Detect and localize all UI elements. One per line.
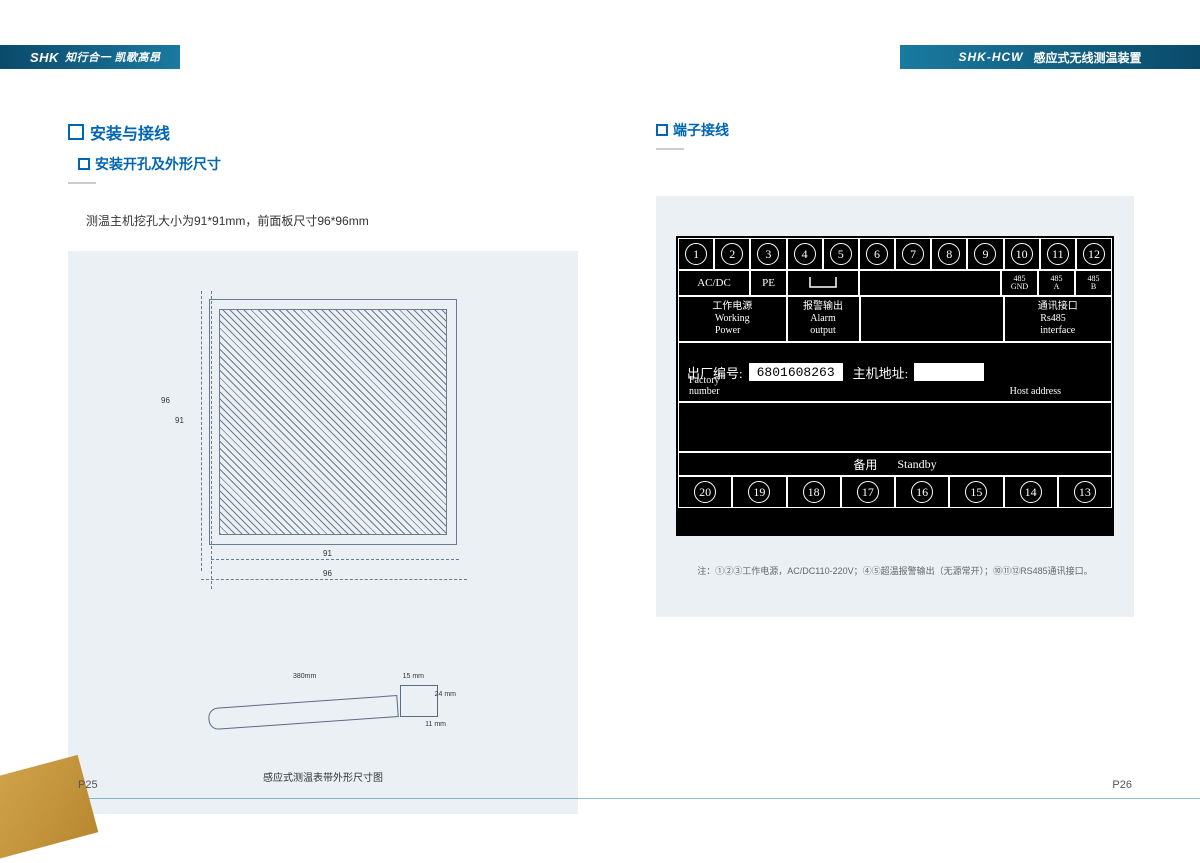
standby-en: Standby (897, 457, 936, 472)
terminal-pin-16: 16 (895, 476, 949, 508)
terminal-pin-2: 2 (714, 238, 750, 270)
terminal-pin-10: 10 (1004, 238, 1040, 270)
cell-acdc: AC/DC (678, 270, 750, 296)
footer-line (0, 798, 1200, 799)
addr-label: 主机地址: (853, 363, 909, 382)
sn-value: 6801608263 (749, 363, 843, 381)
brand-name: SHK (30, 50, 59, 65)
standby-row: 备用 Standby (678, 452, 1112, 476)
product-name: 感应式无线测温装置 (1033, 49, 1141, 66)
label-comm: 通讯接口 Rs485 interface (1004, 296, 1113, 342)
addr-label-en: Host address (1010, 386, 1061, 397)
terminal-pin-15: 15 (949, 476, 1003, 508)
top-pins-row: 123456789101112 (678, 238, 1112, 270)
terminal-pin-11: 11 (1040, 238, 1076, 270)
dim-96-vertical: 96 (161, 396, 170, 405)
section-subtitle-left-text: 安装开孔及外形尺寸 (95, 154, 221, 174)
section-title-text: 安装与接线 (90, 120, 170, 144)
section-subtitle-right: 端子接线 (656, 120, 1134, 140)
terminal-pin-14: 14 (1004, 476, 1058, 508)
terminal-pin-19: 19 (732, 476, 786, 508)
terminal-panel: 123456789101112 AC/DC PE 485 GND 485 A 4… (656, 196, 1134, 617)
terminal-pin-8: 8 (931, 238, 967, 270)
dimension-description: 测温主机挖孔大小为91*91mm，前面板尺寸96*96mm (86, 212, 578, 229)
header-right-bar: SHK-HCW 感应式无线测温装置 (900, 45, 1200, 69)
terminal-pin-3: 3 (750, 238, 786, 270)
cell-485b: 485 B (1075, 270, 1112, 296)
left-column: 安装与接线 安装开孔及外形尺寸 测温主机挖孔大小为91*91mm，前面板尺寸96… (68, 120, 578, 814)
standby-cn: 备用 (853, 456, 877, 473)
terminal-pin-20: 20 (678, 476, 732, 508)
label-blank (860, 296, 1004, 342)
dim-96-horizontal: 96 (323, 569, 332, 578)
serial-address-section: 出厂编号: 6801608263 主机地址: Factory number Ho… (678, 342, 1112, 402)
belt-caption: 感应式测温表带外形尺寸图 (98, 769, 548, 784)
terminal-pin-4: 4 (787, 238, 823, 270)
terminal-pin-13: 13 (1058, 476, 1112, 508)
labels-row-2: AC/DC PE 485 GND 485 A 485 B (678, 270, 1112, 296)
dim-91-horizontal: 91 (323, 549, 332, 558)
label-power: 工作电源 Working Power (678, 296, 787, 342)
header-left-bar: SHK 知行合一 凯歌高昂 (0, 45, 180, 69)
belt-dim-380: 380mm (293, 673, 316, 680)
terminal-block: 123456789101112 AC/DC PE 485 GND 485 A 4… (676, 236, 1114, 536)
cell-485a: 485 A (1038, 270, 1075, 296)
sensor-belt-drawing: 380mm 15 mm 11 mm 24 mm (208, 671, 438, 751)
cell-485gnd: 485 GND (1001, 270, 1038, 296)
dim-91-vertical: 91 (175, 416, 184, 425)
underline-accent (68, 182, 96, 184)
belt-dim-15: 15 mm (403, 673, 424, 680)
terminal-note: 注：①②③工作电源，AC/DC110-220V；④⑤超温报警输出（无源常开）；⑩… (676, 564, 1114, 577)
terminal-pin-1: 1 (678, 238, 714, 270)
cell-alarm-bracket (787, 270, 859, 296)
section-subtitle-right-text: 端子接线 (673, 120, 729, 140)
label-alarm: 报警输出 Alarm output (787, 296, 860, 342)
dimension-panel: 96 91 91 96 380mm 15 mm 11 mm 24 mm 感应式测… (68, 251, 578, 814)
terminal-pin-12: 12 (1076, 238, 1112, 270)
section-title: 安装与接线 (68, 120, 578, 144)
terminal-pin-18: 18 (787, 476, 841, 508)
brand-slogan: 知行合一 凯歌高昂 (65, 49, 161, 65)
page-number-left: P25 (78, 779, 98, 791)
terminal-pin-5: 5 (823, 238, 859, 270)
terminal-pin-9: 9 (967, 238, 1003, 270)
cell-empty (859, 270, 1001, 296)
belt-dim-24: 24 mm (435, 691, 456, 698)
bottom-pins-row: 2019181716151413 (678, 476, 1112, 508)
sn-label-en: Factory number (689, 375, 720, 397)
cell-pe: PE (750, 270, 787, 296)
terminal-pin-17: 17 (841, 476, 895, 508)
empty-section (678, 402, 1112, 452)
section-subtitle-left: 安装开孔及外形尺寸 (78, 154, 578, 174)
terminal-pin-7: 7 (895, 238, 931, 270)
terminal-pin-6: 6 (859, 238, 895, 270)
addr-value-box (914, 363, 984, 381)
page-number-right: P26 (1112, 779, 1132, 791)
belt-dim-11: 11 mm (425, 721, 446, 728)
device-front-drawing: 96 91 91 96 (173, 291, 473, 631)
labels-row-3: 工作电源 Working Power 报警输出 Alarm output 通讯接… (678, 296, 1112, 342)
model-name: SHK-HCW (958, 50, 1023, 64)
right-column: 端子接线 123456789101112 AC/DC PE 485 GND 48… (656, 120, 1134, 617)
underline-accent-right (656, 148, 684, 150)
